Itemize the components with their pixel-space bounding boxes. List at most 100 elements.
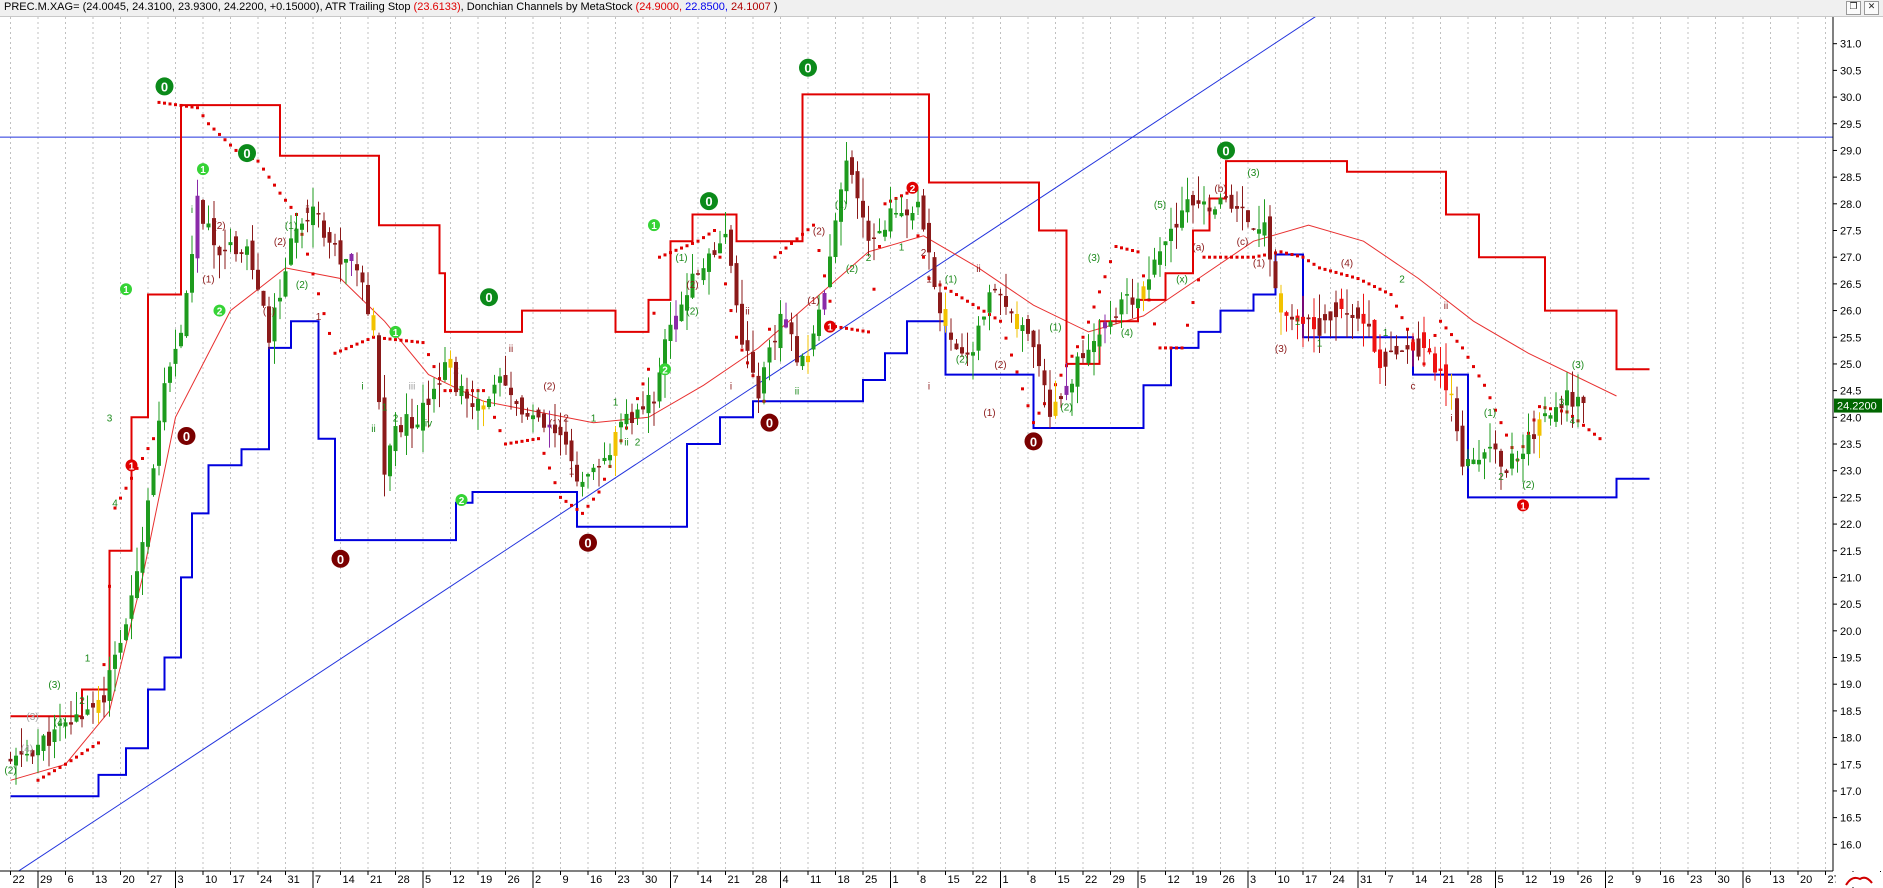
candle-body — [470, 403, 475, 407]
wave-label: (1) — [263, 307, 275, 318]
time-tick-label: 14 — [700, 874, 712, 886]
wave-label: 1 — [85, 654, 91, 665]
price-tick-label: 28.5 — [1840, 172, 1861, 184]
time-axis[interactable]: 22 29 6 13 20 27 3 10 17 24 31 7 14 21 28 5 12 19 26 2 9 16 23… — [0, 870, 1883, 888]
time-tick-label: 11 — [810, 874, 821, 886]
candle-body — [1367, 323, 1371, 327]
candle-body — [1554, 407, 1558, 422]
time-tick-label: 22 — [1085, 874, 1097, 886]
wave-label: 1 — [1317, 339, 1323, 350]
atr-stop-dot — [421, 341, 425, 345]
atr-stop-dot — [1472, 365, 1475, 369]
atr-stop-dot — [1131, 249, 1134, 253]
wave-label: 2 — [79, 696, 85, 707]
candle-body — [1306, 317, 1311, 320]
candle-body — [861, 200, 865, 218]
wave-label: i — [730, 381, 732, 392]
wave-label: c — [1411, 381, 1416, 392]
atr-stop-dot — [713, 229, 716, 232]
candle-body — [1543, 413, 1547, 417]
candle-body — [234, 236, 238, 255]
wave-label: ii — [745, 307, 749, 318]
atr-stop-dot — [1010, 353, 1013, 357]
restore-button[interactable]: ❐ — [1846, 1, 1861, 15]
wave-label: (1) — [1049, 323, 1061, 334]
atr-stop-dot — [75, 755, 78, 759]
candle-body — [701, 268, 706, 281]
time-tick-label: 30 — [645, 874, 657, 886]
atr-stop-dot — [993, 316, 997, 320]
atr-stop-dot — [1004, 336, 1008, 340]
wave-marker-label: 1 — [123, 285, 129, 296]
candle-body — [256, 269, 260, 290]
atr-stop-dot — [1202, 255, 1206, 259]
price-axis[interactable]: 16.0 16.5 17.0 17.5 18.0 18.5 19.0 19.5 20.0 20.5… — [1832, 17, 1883, 871]
candle-body — [129, 595, 134, 619]
candle-body — [828, 256, 832, 287]
time-tick-label: 19 — [480, 874, 492, 886]
candle-body — [1323, 314, 1327, 321]
atr-stop-dot — [1208, 255, 1211, 259]
donchian-mid-value: 24.1007 — [730, 1, 771, 13]
candle-body — [1284, 312, 1289, 316]
candle-body — [1064, 385, 1069, 395]
atr-stop-dot — [383, 336, 386, 340]
wave-label: 1 — [899, 243, 905, 254]
atr-stop-dot — [823, 274, 826, 278]
atr-stop-dot — [1433, 333, 1437, 337]
time-tick-label: 17 — [233, 874, 245, 886]
candle-body — [305, 219, 310, 222]
time-tick-label: 31 — [1360, 874, 1372, 886]
atr-stop-dot — [1263, 253, 1266, 257]
wave-marker-label: 1 — [129, 461, 135, 472]
candle-body — [1350, 314, 1355, 319]
atr-stop-dot — [1153, 322, 1156, 326]
atr-stop-dot — [779, 251, 782, 255]
candle-body — [707, 253, 711, 272]
time-tick-label: 21 — [1443, 874, 1455, 886]
wave-marker-label: 0 — [1222, 143, 1229, 158]
candle-body — [1009, 311, 1014, 314]
time-tick-label: 21 — [370, 874, 382, 886]
atr-stop-dot — [108, 584, 111, 588]
atr-stop-dot — [410, 339, 414, 343]
atr-stop-dot — [1356, 277, 1360, 281]
atr-stop-dot — [53, 769, 56, 773]
candle-body — [157, 420, 161, 466]
wave-marker-label: 0 — [766, 416, 773, 431]
atr-stop-dot — [861, 329, 865, 333]
atr-stop-dot — [1164, 346, 1167, 350]
atr-stop-dot — [443, 389, 447, 393]
price-tick-label: 20.0 — [1840, 626, 1861, 638]
atr-stop-dot — [273, 183, 276, 187]
candle-body — [575, 464, 579, 482]
candle-body — [1251, 228, 1256, 230]
candle-body — [954, 343, 959, 350]
donchian-upper-value: (24.9000, — [635, 1, 683, 13]
atr-stop-dot — [867, 330, 870, 334]
atr-stop-dot — [498, 429, 502, 433]
atr-stop-dot — [658, 255, 661, 259]
wave-label: (1) — [1253, 259, 1265, 270]
candle-body — [679, 304, 684, 322]
atr-stop-dot — [548, 466, 551, 470]
wave-label: 2 — [563, 413, 569, 424]
close-button[interactable]: ✕ — [1864, 1, 1879, 15]
time-tick-label: 26 — [1223, 874, 1235, 886]
candle-body — [932, 257, 937, 288]
candle-body — [1075, 356, 1080, 387]
candle-body — [223, 249, 227, 252]
time-tick-label: 17 — [1305, 874, 1317, 886]
price-chart[interactable]: 0000000000012111121212(2)(3)(4)(4)(3)342… — [0, 17, 1883, 888]
candle-body — [1092, 341, 1096, 353]
atr-stop-dot — [1384, 290, 1387, 294]
atr-stop-dot — [493, 415, 496, 419]
price-tick-label: 22.0 — [1840, 519, 1861, 531]
price-tick-label: 28.0 — [1840, 199, 1861, 211]
atr-stop-dot — [707, 232, 711, 236]
candle-body — [118, 642, 123, 653]
price-tick-label: 16.0 — [1840, 839, 1861, 851]
candle-body — [784, 319, 788, 328]
atr-stop-dot — [1400, 316, 1404, 320]
atr-stop-dot — [1175, 346, 1178, 350]
